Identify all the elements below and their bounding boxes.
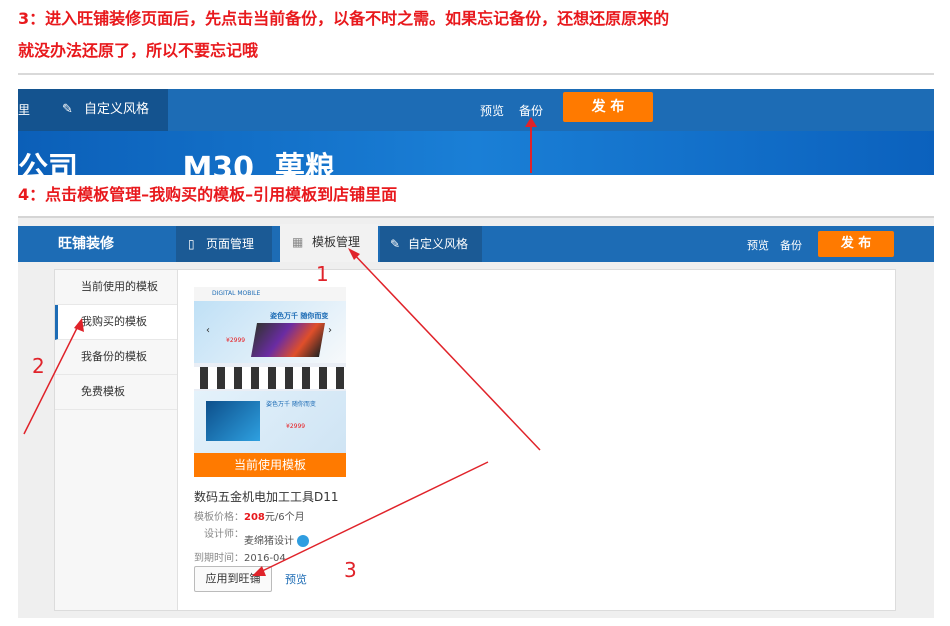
sidebar-item-current[interactable]: 当前使用的模板 [55, 270, 177, 305]
price-unit: 元/6个月 [264, 512, 305, 523]
step3-line2: 就没办法还原了，所以不要忘记哦 [18, 41, 259, 60]
tab-partial-label: 里 [18, 103, 31, 117]
chat-icon[interactable] [297, 535, 310, 547]
template-preview-link[interactable]: 预览 [285, 571, 307, 587]
tab-template-manage-label: 模板管理 [312, 235, 361, 249]
expire-label: 到期时间： [194, 553, 244, 564]
template-thumbnail[interactable]: DIGITAL MOBILE 姿色万千 随你而变 ¥2999 ‹ › 姿色万千 … [194, 287, 346, 477]
tab-custom-style-label: 自定义风格 [408, 237, 469, 251]
preview-button[interactable]: 预览 [747, 237, 769, 253]
laptop-image [251, 323, 325, 357]
brush-icon: ✎ [62, 102, 73, 117]
banner-text: 公司 M30 菓粮 [18, 151, 335, 175]
price-label: 模板价格： [194, 512, 244, 523]
phone-strip [194, 367, 346, 389]
price-value: 208 [244, 512, 265, 523]
publish-button[interactable]: 发 布 [563, 92, 653, 122]
tab-partial[interactable]: 里 [18, 89, 48, 131]
designer-label: 设计师： [204, 529, 244, 540]
template-panel: 当前使用的模板 我购买的模板 我备份的模板 免费模板 DIGITAL MOBIL… [54, 269, 896, 611]
tablet-image [206, 401, 260, 441]
expire-value: 2016-04 [244, 553, 286, 564]
backup-button[interactable]: 备份 [780, 237, 802, 253]
grid-icon: ▦ [292, 235, 304, 249]
tab-page-manage-label: 页面管理 [206, 237, 255, 251]
step3-line1: 3：进入旺铺装修页面后，先点击当前备份，以备不时之需。如果忘记备份，还想还原原来… [18, 9, 670, 28]
thumb-tagline2: 姿色万千 随你而变 [266, 401, 316, 408]
template-sidebar: 当前使用的模板 我购买的模板 我备份的模板 免费模板 [55, 270, 178, 610]
template-name: 数码五金机电加工工具D11 [194, 490, 339, 504]
banner: 公司 M30 菓粮 [18, 131, 934, 175]
tab-custom-style[interactable]: ✎ 自定义风格 [48, 89, 168, 131]
current-template-banner: 当前使用模板 [194, 453, 346, 477]
brush-icon: ✎ [390, 237, 401, 251]
sidebar-item-backups[interactable]: 我备份的模板 [55, 340, 177, 375]
thumb-tagline: 姿色万千 随你而变 [270, 312, 329, 320]
thumb-price2: ¥2999 [286, 423, 306, 430]
tab-page-manage[interactable]: ▯ 页面管理 [176, 226, 272, 262]
apply-button[interactable]: 应用到旺铺 [194, 566, 272, 592]
tab-custom-style-label: 自定义风格 [84, 102, 150, 117]
chevron-right-icon[interactable]: › [328, 325, 332, 336]
annotation-1: 1 [316, 262, 329, 286]
tab-template-manage[interactable]: ▦ 模板管理 [280, 224, 378, 262]
sidebar-item-free[interactable]: 免费模板 [55, 375, 177, 410]
backup-screenshot: 里 ✎ 自定义风格 预览 备份 发 布 公司 M30 菓粮 [18, 73, 934, 175]
thumb-price1: ¥2999 [226, 337, 246, 344]
sidebar-item-purchased[interactable]: 我购买的模板 [55, 305, 177, 340]
preview-button[interactable]: 预览 [480, 102, 504, 119]
annotation-2: 2 [32, 354, 45, 378]
page-icon: ▯ [188, 237, 195, 251]
tab-custom-style[interactable]: ✎ 自定义风格 [380, 226, 482, 262]
chevron-left-icon[interactable]: ‹ [206, 325, 210, 336]
template-screenshot: 旺铺装修 ▯ 页面管理 ▦ 模板管理 ✎ 自定义风格 预览 备份 发 布 当前使… [18, 216, 934, 618]
publish-button[interactable]: 发 布 [818, 231, 894, 257]
step4-text: 4：点击模板管理–我购买的模板–引用模板到店铺里面 [18, 185, 398, 204]
annotation-3: 3 [344, 558, 357, 582]
editor-topbar: 旺铺装修 ▯ 页面管理 ▦ 模板管理 ✎ 自定义风格 预览 备份 发 布 [18, 224, 934, 262]
thumb-brand: DIGITAL MOBILE [212, 290, 261, 297]
editor-brand: 旺铺装修 [58, 236, 114, 252]
arrow-to-backup [525, 117, 537, 173]
